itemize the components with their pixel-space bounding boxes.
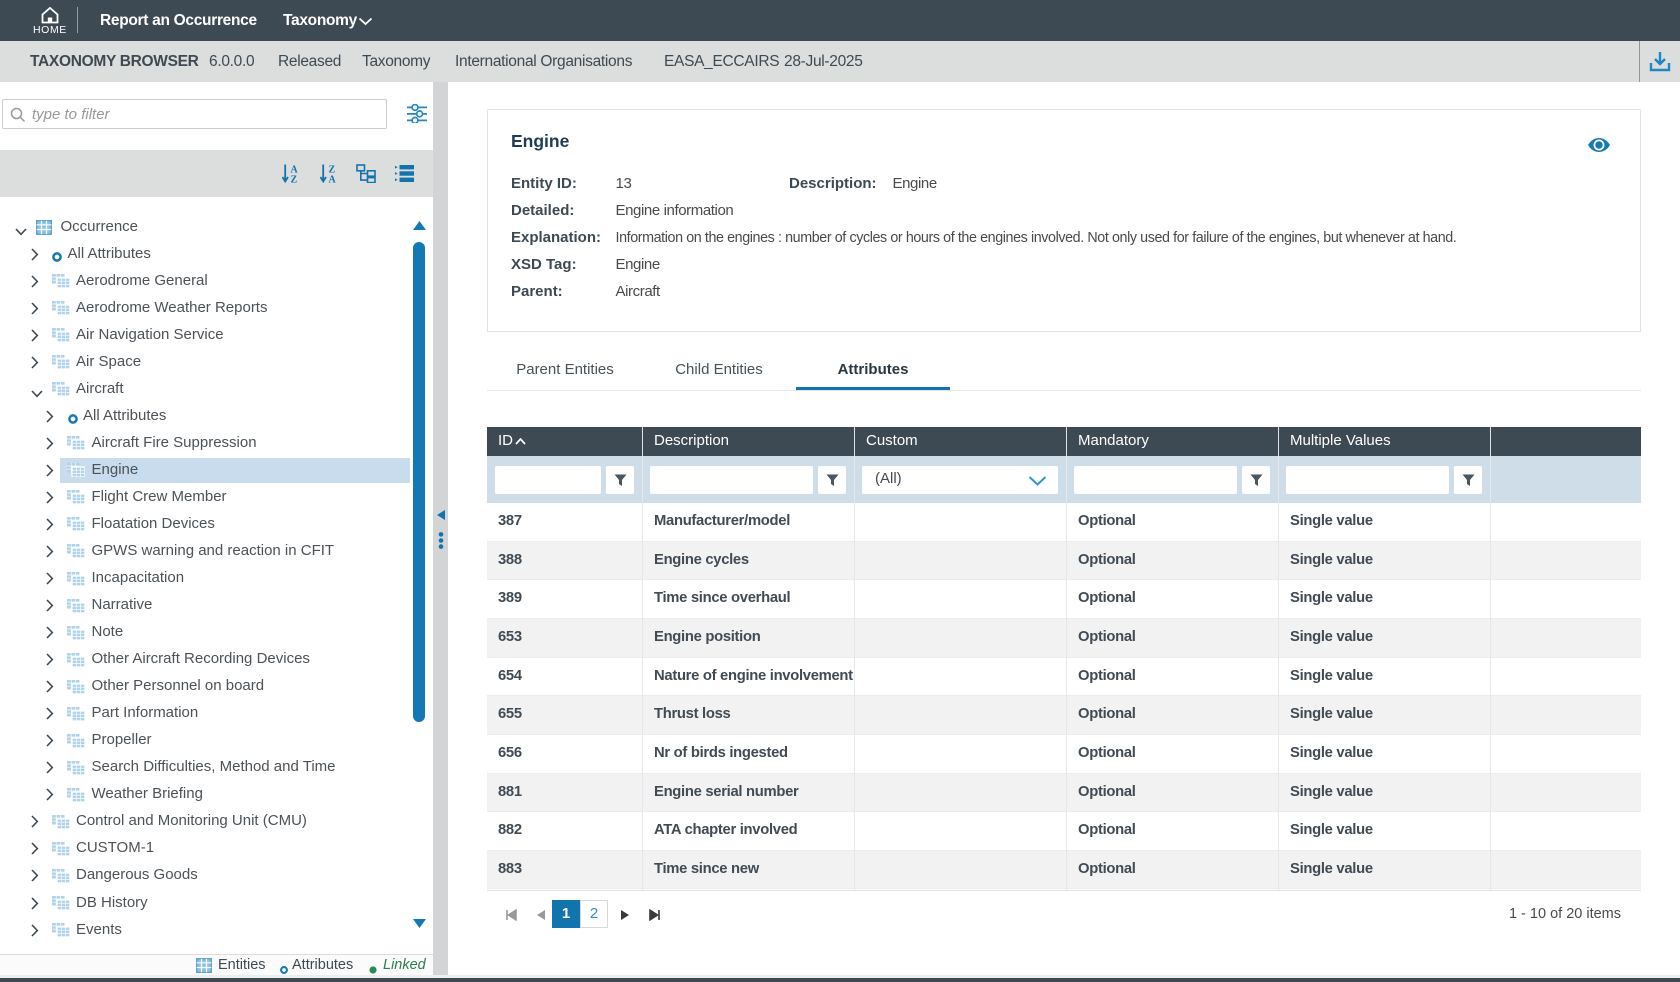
svg-text:A: A bbox=[329, 175, 337, 184]
svg-text:Z: Z bbox=[291, 175, 298, 184]
